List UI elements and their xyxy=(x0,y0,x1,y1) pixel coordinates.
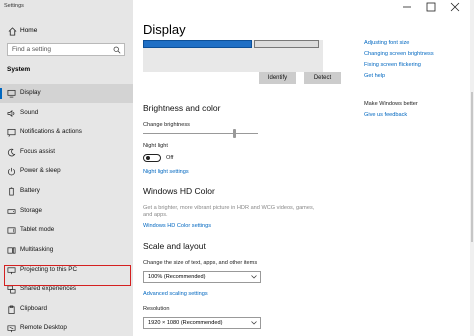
home-nav-item[interactable]: Home xyxy=(0,24,133,38)
remote-desktop-icon xyxy=(7,325,16,333)
search-icon xyxy=(113,46,121,54)
moon-icon xyxy=(7,148,16,157)
power-icon xyxy=(7,167,16,176)
identify-button[interactable]: Identify xyxy=(259,72,296,84)
multitasking-icon xyxy=(7,247,16,254)
make-windows-better-label: Make Windows better xyxy=(364,101,418,107)
sidebar-item-label: Multitasking xyxy=(20,246,54,253)
battery-icon xyxy=(9,187,14,196)
maximize-icon[interactable] xyxy=(420,0,442,14)
display-2-tile[interactable] xyxy=(254,40,319,48)
sidebar-item-clipboard[interactable]: Clipboard xyxy=(0,300,133,319)
sidebar-item-remote-desktop[interactable]: Remote Desktop xyxy=(0,319,133,336)
detect-button[interactable]: Detect xyxy=(304,72,341,84)
home-label: Home xyxy=(20,27,38,34)
resolution-dropdown[interactable]: 1920 × 1080 (Recommended) xyxy=(143,317,261,329)
sidebar-item-label: Display xyxy=(20,89,41,96)
sidebar-item-label: Tablet mode xyxy=(20,226,55,233)
sidebar-item-power-sleep[interactable]: Power & sleep xyxy=(0,162,133,181)
hd-color-settings-link[interactable]: Windows HD Color settings xyxy=(143,223,211,229)
home-icon xyxy=(8,27,17,36)
sidebar-item-label: Clipboard xyxy=(20,305,47,312)
main-content: Display Identify Detect Brightness and c… xyxy=(133,0,474,336)
night-light-state: Off xyxy=(166,155,174,161)
search-input[interactable]: Find a setting xyxy=(7,43,125,56)
sidebar-item-storage[interactable]: Storage xyxy=(0,202,133,221)
sidebar-item-display[interactable]: Display xyxy=(0,84,133,103)
highlight-box xyxy=(4,265,131,286)
notification-icon xyxy=(7,128,16,137)
hd-color-description-line-1: Get a brighter, more vibrant picture in … xyxy=(143,205,315,211)
advanced-scaling-link[interactable]: Advanced scaling settings xyxy=(143,291,208,297)
toggle-knob xyxy=(146,156,150,160)
sidebar-item-multitasking[interactable]: Multitasking xyxy=(0,241,133,260)
hd-color-description-line-2: and apps. xyxy=(143,212,168,218)
display-preview[interactable] xyxy=(143,40,323,72)
chevron-down-icon xyxy=(251,321,257,325)
resolution-label: Resolution xyxy=(143,306,170,312)
change-brightness-label: Change brightness xyxy=(143,122,190,128)
speaker-icon xyxy=(7,110,15,117)
sidebar-item-label: Shared experiences xyxy=(20,285,77,292)
sidebar-item-label: Battery xyxy=(20,187,40,194)
brightness-slider-thumb[interactable] xyxy=(233,129,236,138)
scale-heading: Scale and layout xyxy=(143,241,206,251)
help-link-changing-brightness[interactable]: Changing screen brightness xyxy=(364,51,434,57)
night-light-toggle[interactable] xyxy=(143,154,161,162)
get-help-link[interactable]: Get help xyxy=(364,73,385,79)
sidebar-item-label: Power & sleep xyxy=(20,167,61,174)
help-link-fixing-flickering[interactable]: Fixing screen flickering xyxy=(364,62,421,68)
sidebar-item-label: Sound xyxy=(20,109,39,116)
clipboard-icon xyxy=(8,305,15,314)
shared-icon xyxy=(7,285,16,294)
help-link-adjusting-font-size[interactable]: Adjusting font size xyxy=(364,40,409,46)
window-title: Settings xyxy=(4,3,24,9)
scrollbar[interactable] xyxy=(470,0,474,336)
section-heading: System xyxy=(7,66,31,73)
close-icon[interactable] xyxy=(444,0,466,14)
sidebar-item-sound[interactable]: Sound xyxy=(0,104,133,123)
scale-dropdown[interactable]: 100% (Recommended) xyxy=(143,271,261,283)
sidebar-item-focus-assist[interactable]: Focus assist xyxy=(0,143,133,162)
give-feedback-link[interactable]: Give us feedback xyxy=(364,112,407,118)
chevron-down-icon xyxy=(251,275,257,279)
search-placeholder: Find a setting xyxy=(12,46,52,53)
sidebar-item-notifications[interactable]: Notifications & actions xyxy=(0,123,133,142)
hd-color-heading: Windows HD Color xyxy=(143,186,215,196)
page-title: Display xyxy=(143,22,186,37)
sidebar-item-battery[interactable]: Battery xyxy=(0,182,133,201)
sidebar-item-tablet-mode[interactable]: Tablet mode xyxy=(0,221,133,240)
brightness-heading: Brightness and color xyxy=(143,103,221,113)
scale-label: Change the size of text, apps, and other… xyxy=(143,260,258,266)
night-light-settings-link[interactable]: Night light settings xyxy=(143,169,189,175)
sidebar-item-label: Notifications & actions xyxy=(20,128,82,135)
resolution-value: 1920 × 1080 (Recommended) xyxy=(148,320,223,326)
brightness-slider[interactable] xyxy=(143,133,258,134)
tablet-icon xyxy=(7,227,16,234)
scrollbar-thumb[interactable] xyxy=(471,92,473,242)
night-light-label: Night light xyxy=(143,143,168,149)
display-1-tile[interactable] xyxy=(143,40,252,48)
sidebar-item-label: Remote Desktop xyxy=(20,324,67,331)
scale-value: 100% (Recommended) xyxy=(148,274,206,280)
sidebar-item-label: Focus assist xyxy=(20,148,55,155)
minimize-icon[interactable] xyxy=(396,0,418,14)
monitor-icon xyxy=(7,89,16,98)
storage-icon xyxy=(7,209,16,214)
sidebar-item-label: Storage xyxy=(20,207,43,214)
